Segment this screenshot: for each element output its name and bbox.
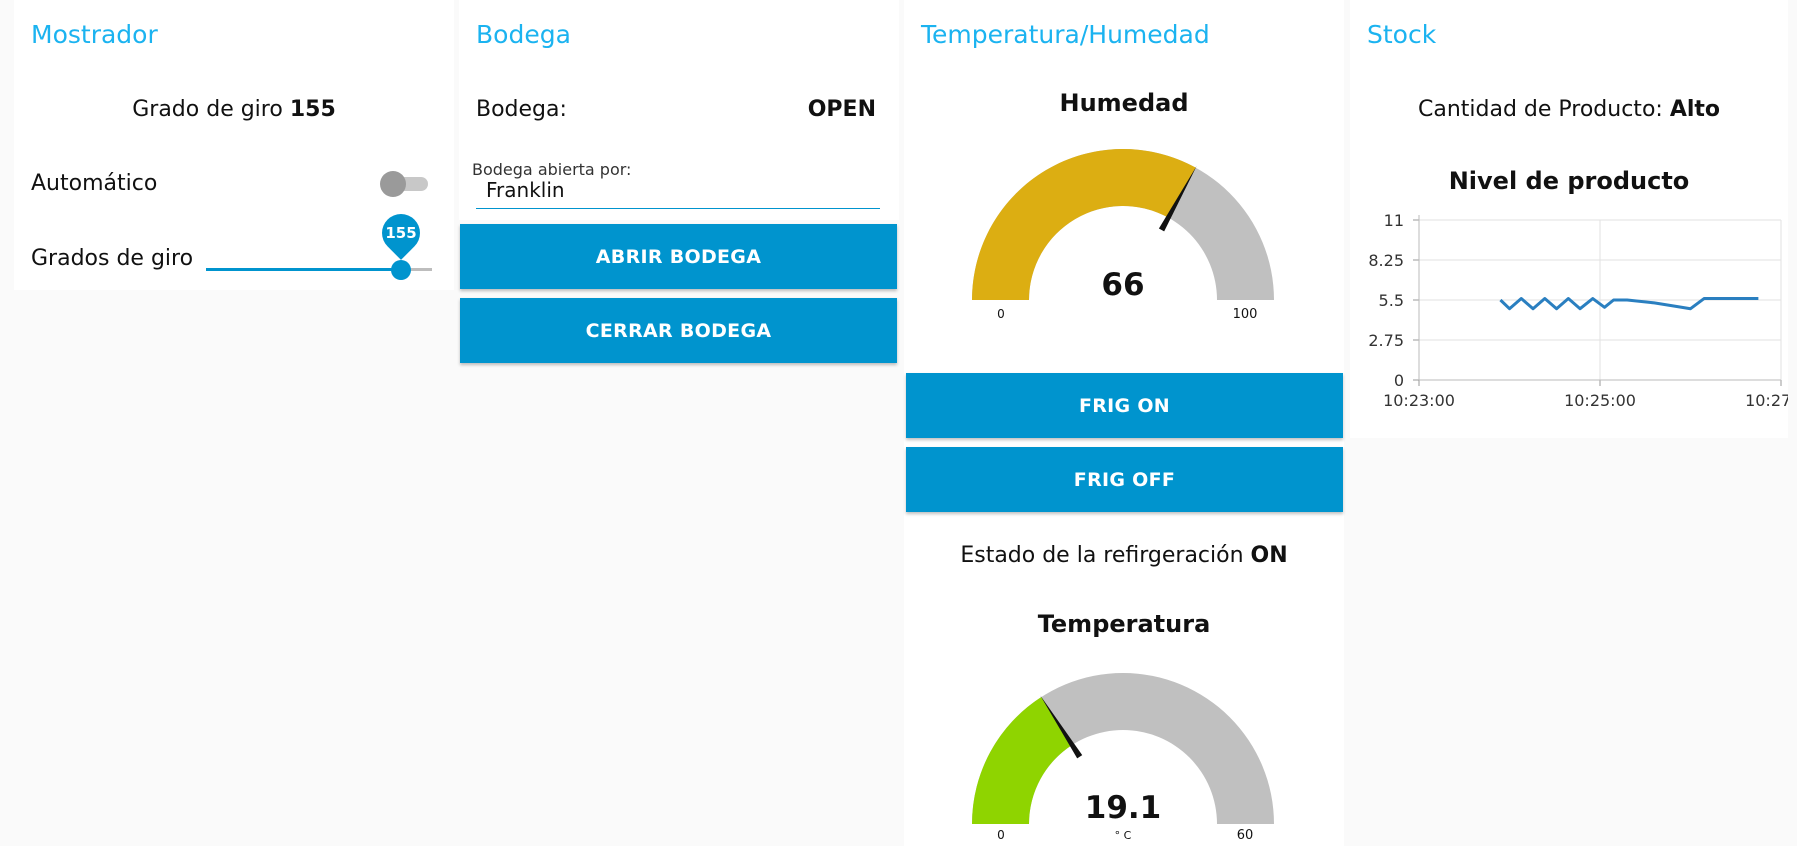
humidity-gauge-value: 66 bbox=[1101, 267, 1144, 303]
stock-quantity: Cantidad de Producto: Alto bbox=[1350, 97, 1788, 122]
chart-title: Nivel de producto bbox=[1448, 167, 1690, 195]
frig-off-button[interactable]: FRIG OFF bbox=[906, 447, 1343, 512]
giro-status: Grado de giro 155 bbox=[14, 97, 454, 122]
slider-label: Grados de giro bbox=[31, 246, 194, 271]
temperature-title: Temperatura bbox=[1037, 610, 1211, 638]
mostrador-title: Mostrador bbox=[31, 20, 158, 49]
temperature-gauge-max: 60 bbox=[1237, 828, 1254, 843]
mostrador-card: Mostrador Grado de giro 155 Automático G… bbox=[14, 0, 454, 290]
bodega-status-value: OPEN bbox=[807, 97, 876, 122]
chart-y-tick-label: 8.25 bbox=[1368, 251, 1404, 270]
temperature-gauge: 19.1 ° C 0 60 bbox=[972, 673, 1274, 843]
refrig-value: ON bbox=[1250, 543, 1288, 568]
slider-thumb[interactable] bbox=[391, 260, 411, 280]
auto-toggle[interactable] bbox=[380, 171, 430, 197]
humidity-gauge-max: 100 bbox=[1233, 307, 1258, 320]
chart-x-tick-label: 10:23:00 bbox=[1383, 391, 1455, 410]
chart-y-tick-label: 2.75 bbox=[1368, 331, 1404, 350]
refrig-prefix: Estado de la refirgeración bbox=[960, 543, 1244, 568]
humidity-title: Humedad bbox=[1059, 89, 1189, 117]
stock-quantity-value: Alto bbox=[1669, 97, 1721, 122]
refrig-status: Estado de la refirgeración ON bbox=[904, 543, 1344, 568]
auto-toggle-knob bbox=[380, 171, 406, 197]
temperature-gauge-value: 19.1 bbox=[1085, 790, 1162, 826]
chart-y-tick-label: 5.5 bbox=[1379, 291, 1404, 310]
stock-card: Stock Cantidad de Producto: Alto Nivel d… bbox=[1350, 0, 1788, 438]
auto-label: Automático bbox=[31, 171, 158, 196]
humidity-gauge: 66 0 100 bbox=[972, 148, 1274, 320]
chart-x-tick-label: 10:27:00 bbox=[1745, 391, 1788, 410]
chart-y-tick-label: 0 bbox=[1394, 371, 1404, 390]
bodega-input-value: Franklin bbox=[486, 178, 565, 202]
bodega-title: Bodega bbox=[476, 20, 571, 49]
grados-slider[interactable]: 155 bbox=[202, 206, 444, 282]
stock-chart: 11 8.25 5.5 2.75 010:23:00 10:25:00 10:27:00 bbox=[1368, 211, 1788, 410]
abrir-bodega-button[interactable]: ABRIR BODEGA bbox=[460, 224, 897, 289]
slider-value-text: 155 bbox=[385, 224, 417, 242]
bodega-status-label: Bodega: bbox=[476, 97, 567, 122]
chart-x-tick-label: 10:25:00 bbox=[1564, 391, 1636, 410]
stock-title: Stock bbox=[1367, 20, 1437, 49]
stock-quantity-prefix: Cantidad de Producto: bbox=[1417, 97, 1663, 122]
bodega-input-label: Bodega abierta por: bbox=[472, 160, 632, 179]
humidity-gauge-min: 0 bbox=[997, 307, 1005, 320]
giro-prefix: Grado de giro bbox=[132, 97, 283, 122]
slider-track-filled bbox=[206, 268, 401, 271]
chart-y-tick-label: 11 bbox=[1384, 211, 1404, 230]
temphum-title: Temperatura/Humedad bbox=[921, 20, 1210, 49]
giro-value: 155 bbox=[289, 97, 336, 122]
bodega-card: Bodega Bodega: OPEN Bodega abierta por: … bbox=[459, 0, 899, 846]
temperature-gauge-unit: ° C bbox=[1115, 829, 1132, 842]
temperature-gauge-min: 0 bbox=[997, 828, 1005, 842]
temphum-card: Temperatura/Humedad Humedad 66 0 100 FRI… bbox=[904, 0, 1344, 846]
bodega-input[interactable]: Franklin bbox=[476, 178, 880, 209]
cerrar-bodega-button[interactable]: CERRAR BODEGA bbox=[460, 298, 897, 363]
frig-on-button[interactable]: FRIG ON bbox=[906, 373, 1343, 438]
